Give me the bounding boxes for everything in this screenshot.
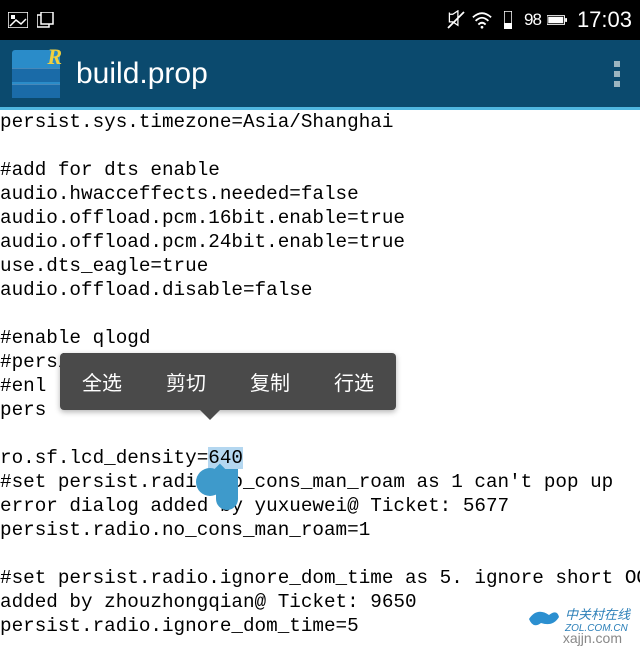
- text-line[interactable]: ro.sf.lcd_density=: [0, 447, 208, 469]
- battery-icon: [547, 10, 567, 30]
- status-right: 98 17:03: [446, 7, 632, 33]
- status-bar: 98 17:03: [0, 0, 640, 40]
- text-line[interactable]: audio.offload.disable=false: [0, 279, 312, 301]
- text-line[interactable]: #enl: [0, 375, 46, 397]
- text-line[interactable]: #set persist.radio.ignore_dom_time as 5.…: [0, 567, 640, 589]
- text-line[interactable]: #set persist.radio.no_cons_man_roam as 1…: [0, 471, 613, 493]
- text-line[interactable]: persist.radio.ignore_dom_time=5: [0, 615, 359, 637]
- gallery-icon: [8, 10, 28, 30]
- overflow-menu-button[interactable]: [606, 53, 628, 95]
- text-line[interactable]: added by zhouzhongqian@ Ticket: 9650: [0, 591, 417, 613]
- status-left: [8, 10, 56, 30]
- text-line[interactable]: use.dts_eagle=true: [0, 255, 208, 277]
- text-line[interactable]: audio.offload.pcm.24bit.enable=true: [0, 231, 405, 253]
- wifi-icon: [472, 10, 492, 30]
- copy-menu-item[interactable]: 复制: [228, 353, 312, 410]
- selected-text[interactable]: 640: [208, 447, 243, 469]
- text-line[interactable]: audio.offload.pcm.16bit.enable=true: [0, 207, 405, 229]
- text-line[interactable]: persist.radio.no_cons_man_roam=1: [0, 519, 370, 541]
- text-line[interactable]: persist.sys.timezone=Asia/Shanghai: [0, 111, 393, 133]
- app-icon[interactable]: R: [12, 50, 60, 98]
- mute-icon: [446, 10, 466, 30]
- battery-level: 98: [524, 10, 541, 30]
- selection-end-handle[interactable]: [216, 469, 238, 499]
- text-line[interactable]: pers: [0, 399, 46, 421]
- select-all-menu-item[interactable]: 全选: [60, 353, 144, 410]
- text-line[interactable]: #enable qlogd: [0, 327, 150, 349]
- text-line[interactable]: audio.hwacceffects.needed=false: [0, 183, 359, 205]
- app-bar: R build.prop: [0, 40, 640, 110]
- watermark-extra: xajjn.com: [563, 630, 622, 646]
- text-line[interactable]: error dialog added by yuxuewei@ Ticket: …: [0, 495, 509, 517]
- app-title: build.prop: [76, 57, 208, 91]
- text-context-menu: 全选 剪切 复制 行选: [60, 353, 396, 410]
- text-line[interactable]: #add for dts enable: [0, 159, 220, 181]
- cut-menu-item[interactable]: 剪切: [144, 353, 228, 410]
- select-line-menu-item[interactable]: 行选: [312, 353, 396, 410]
- app-switch-icon: [36, 10, 56, 30]
- signal-icon: [498, 10, 518, 30]
- clock: 17:03: [577, 7, 632, 33]
